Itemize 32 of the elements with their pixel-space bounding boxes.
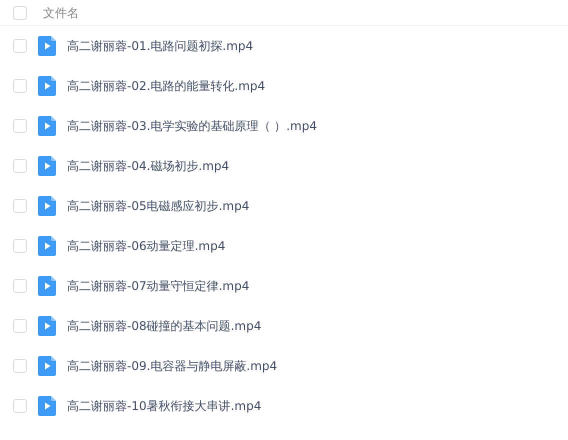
file-name[interactable]: 高二谢丽蓉-06动量定理.mp4 (67, 237, 226, 255)
row-checkbox[interactable] (13, 199, 27, 213)
row-checkbox[interactable] (13, 399, 27, 413)
file-name[interactable]: 高二谢丽蓉-01.电路问题初探.mp4 (67, 37, 254, 55)
video-file-icon (38, 356, 56, 376)
file-name[interactable]: 高二谢丽蓉-08碰撞的基本问题.mp4 (67, 317, 262, 335)
file-name[interactable]: 高二谢丽蓉-04.磁场初步.mp4 (67, 157, 230, 175)
video-file-icon (38, 316, 56, 336)
video-file-icon (38, 196, 56, 216)
video-file-icon (38, 76, 56, 96)
row-checkbox[interactable] (13, 39, 27, 53)
video-file-icon (38, 236, 56, 256)
file-name[interactable]: 高二谢丽蓉-09.电容器与静电屏蔽.mp4 (67, 357, 278, 375)
video-file-icon (38, 36, 56, 56)
column-header[interactable]: 文件名 (43, 4, 79, 22)
video-file-icon (38, 116, 56, 136)
row-checkbox[interactable] (13, 239, 27, 253)
file-name[interactable]: 高二谢丽蓉-10暑秋衔接大串讲.mp4 (67, 397, 262, 415)
file-name[interactable]: 高二谢丽蓉-02.电路的能量转化.mp4 (67, 77, 266, 95)
row-checkbox[interactable] (13, 79, 27, 93)
row-checkbox[interactable] (13, 319, 27, 333)
row-checkbox[interactable] (13, 159, 27, 173)
file-name[interactable]: 高二谢丽蓉-03.电学实验的基础原理（ ）.mp4 (67, 117, 317, 135)
video-file-icon (38, 396, 56, 416)
select-all-checkbox[interactable] (13, 6, 27, 20)
row-checkbox[interactable] (13, 119, 27, 133)
video-file-icon (38, 276, 56, 296)
file-name[interactable]: 高二谢丽蓉-07动量守恒定律.mp4 (67, 277, 250, 295)
row-checkbox[interactable] (13, 359, 27, 373)
row-checkbox[interactable] (13, 279, 27, 293)
video-file-icon (38, 156, 56, 176)
file-name[interactable]: 高二谢丽蓉-05电磁感应初步.mp4 (67, 197, 250, 215)
